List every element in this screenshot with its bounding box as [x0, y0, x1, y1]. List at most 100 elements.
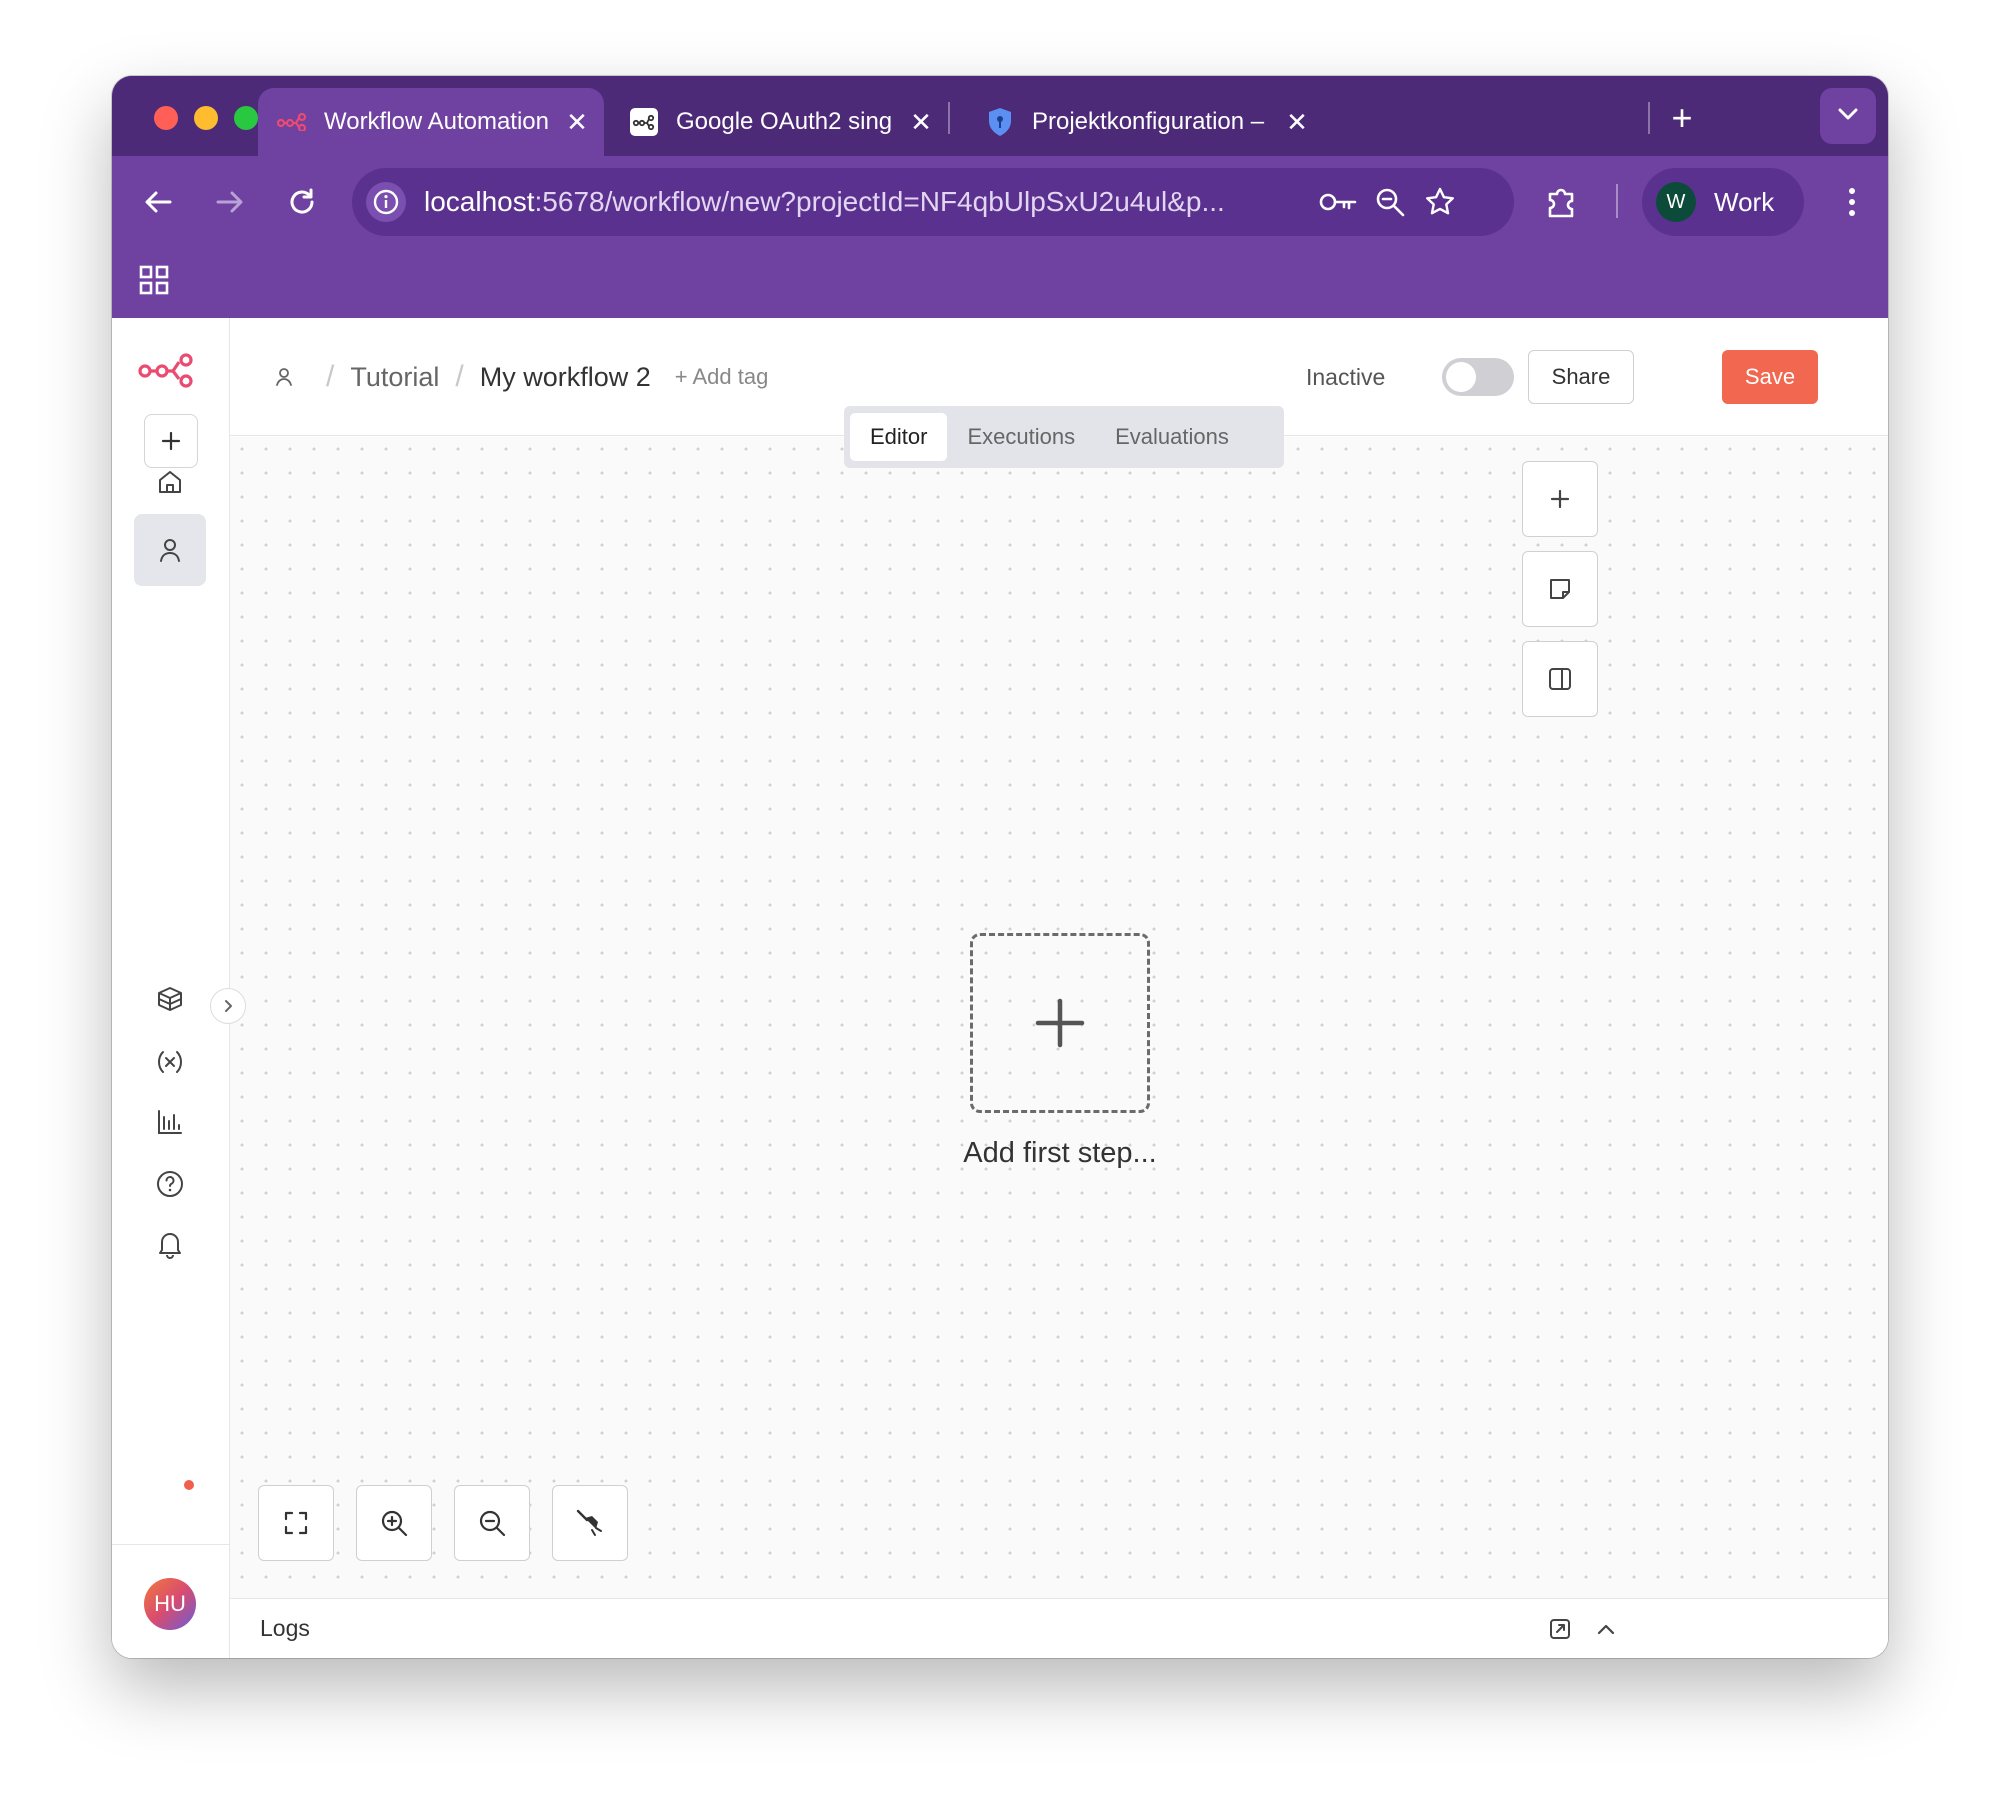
- chevron-right-icon: [225, 1000, 232, 1012]
- home-icon: [159, 471, 181, 493]
- new-tab-button[interactable]: +: [1660, 96, 1704, 140]
- breadcrumb-separator: /: [326, 360, 335, 393]
- toolbar-separator: [1616, 184, 1618, 218]
- add-tag-button[interactable]: + Add tag: [675, 364, 769, 390]
- close-icon[interactable]: ✕: [1282, 107, 1312, 138]
- logs-label: Logs: [260, 1615, 310, 1641]
- broom-icon: [576, 1509, 602, 1536]
- plus-icon: [1035, 998, 1085, 1048]
- n8n-logo-icon: [276, 106, 308, 138]
- add-sticky-note-button[interactable]: [1522, 551, 1598, 627]
- panel-right-icon: [1549, 668, 1571, 690]
- user-icon: [160, 539, 180, 562]
- browser-menu-button[interactable]: [1832, 180, 1872, 224]
- person-icon[interactable]: [274, 367, 294, 387]
- tab-title: Google OAuth2 single servi: [676, 108, 892, 135]
- n8n-logo-icon[interactable]: [138, 352, 198, 388]
- tab-editor[interactable]: Editor: [850, 413, 948, 461]
- zoom-out-button[interactable]: [454, 1485, 530, 1561]
- pop-out-icon[interactable]: [1542, 1611, 1578, 1647]
- sidebar: HU: [112, 318, 230, 1658]
- sidebar-expand-button[interactable]: [210, 988, 246, 1024]
- templates-box-icon: [158, 987, 182, 1011]
- zoom-icon[interactable]: [1370, 182, 1410, 222]
- help-icon: [157, 1171, 183, 1197]
- tab-executions[interactable]: Executions: [947, 413, 1095, 461]
- close-icon[interactable]: ✕: [562, 107, 592, 138]
- extensions-puzzle-icon[interactable]: [1542, 182, 1582, 222]
- sidebar-item-notifications[interactable]: [134, 1208, 206, 1280]
- browser-window: Workflow Automation - n8n ✕ Google OAuth…: [112, 76, 1888, 1658]
- active-toggle[interactable]: [1442, 358, 1514, 396]
- tab-separator: [948, 102, 950, 134]
- arrow-right-icon: [216, 191, 243, 213]
- sticky-note-icon: [1550, 579, 1570, 599]
- add-first-step-button[interactable]: [970, 933, 1150, 1113]
- notification-dot: [184, 1480, 194, 1490]
- apps-grid-button[interactable]: [134, 260, 174, 300]
- tab-title: Workflow Automation - n8n: [324, 108, 548, 135]
- save-button[interactable]: Save: [1722, 350, 1818, 404]
- tab-search-button[interactable]: [1820, 88, 1876, 144]
- share-button[interactable]: Share: [1528, 350, 1634, 404]
- tab-title: Projektkonfiguration – Goog: [1032, 108, 1268, 135]
- back-button[interactable]: [134, 178, 182, 226]
- close-icon[interactable]: ✕: [906, 107, 936, 138]
- sidebar-item-overview[interactable]: [134, 446, 206, 518]
- fit-view-icon: [284, 1511, 308, 1535]
- workflow-name[interactable]: My workflow 2: [480, 362, 651, 393]
- add-first-step-label: Add first step...: [963, 1137, 1157, 1169]
- plus-icon: [1550, 489, 1570, 509]
- main-area: / Tutorial / My workflow 2 + Add tag Ina…: [230, 318, 1888, 1658]
- forward-button[interactable]: [206, 178, 254, 226]
- bookmark-star-icon[interactable]: [1420, 182, 1460, 222]
- profile-name: Work: [1714, 186, 1775, 217]
- toggle-side-panel-button[interactable]: [1522, 641, 1598, 717]
- site-info-icon[interactable]: [366, 182, 406, 222]
- tab-separator: [1648, 102, 1650, 134]
- active-status-label: Inactive: [1306, 364, 1386, 390]
- browser-tab-oauth[interactable]: Google OAuth2 single servi ✕: [618, 88, 948, 156]
- shield-icon: [984, 106, 1016, 138]
- browser-tab-n8n[interactable]: Workflow Automation - n8n ✕: [258, 88, 604, 156]
- zoom-to-fit-button[interactable]: [258, 1485, 334, 1561]
- reload-icon: [290, 188, 314, 214]
- bell-icon: [159, 1233, 181, 1259]
- browser-tab-projekt[interactable]: Projektkonfiguration – Goog ✕: [964, 88, 1324, 156]
- tidy-up-button[interactable]: [552, 1485, 628, 1561]
- close-window-button[interactable]: [154, 106, 178, 130]
- user-avatar[interactable]: HU: [144, 1578, 196, 1630]
- tab-evaluations[interactable]: Evaluations: [1095, 413, 1249, 461]
- workflow-canvas[interactable]: Add first step...: [230, 437, 1888, 1598]
- minimize-window-button[interactable]: [194, 106, 218, 130]
- n8n-docs-icon: [628, 106, 660, 138]
- maximize-window-button[interactable]: [234, 106, 258, 130]
- browser-chrome: Workflow Automation - n8n ✕ Google OAuth…: [112, 76, 1888, 318]
- logs-panel[interactable]: Logs: [230, 1598, 1888, 1658]
- sidebar-divider: [112, 1544, 230, 1545]
- breadcrumb: / Tutorial / My workflow 2 + Add tag: [274, 360, 768, 394]
- arrow-left-icon: [145, 191, 172, 213]
- password-key-icon[interactable]: [1318, 182, 1358, 222]
- tab-strip: Workflow Automation - n8n ✕ Google OAuth…: [112, 76, 1888, 156]
- toggle-knob: [1446, 362, 1476, 392]
- zoom-in-icon: [381, 1510, 408, 1537]
- breadcrumb-separator: /: [455, 360, 464, 393]
- n8n-app: HU / Tutorial / My workflow 2 + Add tag …: [112, 318, 1888, 1658]
- variables-icon: [157, 1051, 183, 1073]
- kebab-menu-icon: [1849, 188, 1855, 216]
- chevron-down-icon: [1837, 107, 1859, 126]
- sidebar-item-personal[interactable]: [134, 514, 206, 586]
- profile-avatar: W: [1656, 182, 1696, 222]
- open-nodes-panel-button[interactable]: [1522, 461, 1598, 537]
- zoom-in-button[interactable]: [356, 1485, 432, 1561]
- reload-button[interactable]: [278, 178, 326, 226]
- zoom-out-icon: [479, 1510, 506, 1537]
- view-tabs: Editor Executions Evaluations: [844, 406, 1284, 468]
- chevron-up-icon[interactable]: [1588, 1611, 1624, 1647]
- profile-button[interactable]: W Work: [1642, 168, 1804, 236]
- address-bar[interactable]: localhost:5678/workflow/new?projectId=NF…: [352, 168, 1514, 236]
- url-text[interactable]: localhost:5678/workflow/new?projectId=NF…: [424, 186, 1304, 218]
- insights-chart-icon: [158, 1110, 182, 1134]
- breadcrumb-project[interactable]: Tutorial: [350, 362, 439, 393]
